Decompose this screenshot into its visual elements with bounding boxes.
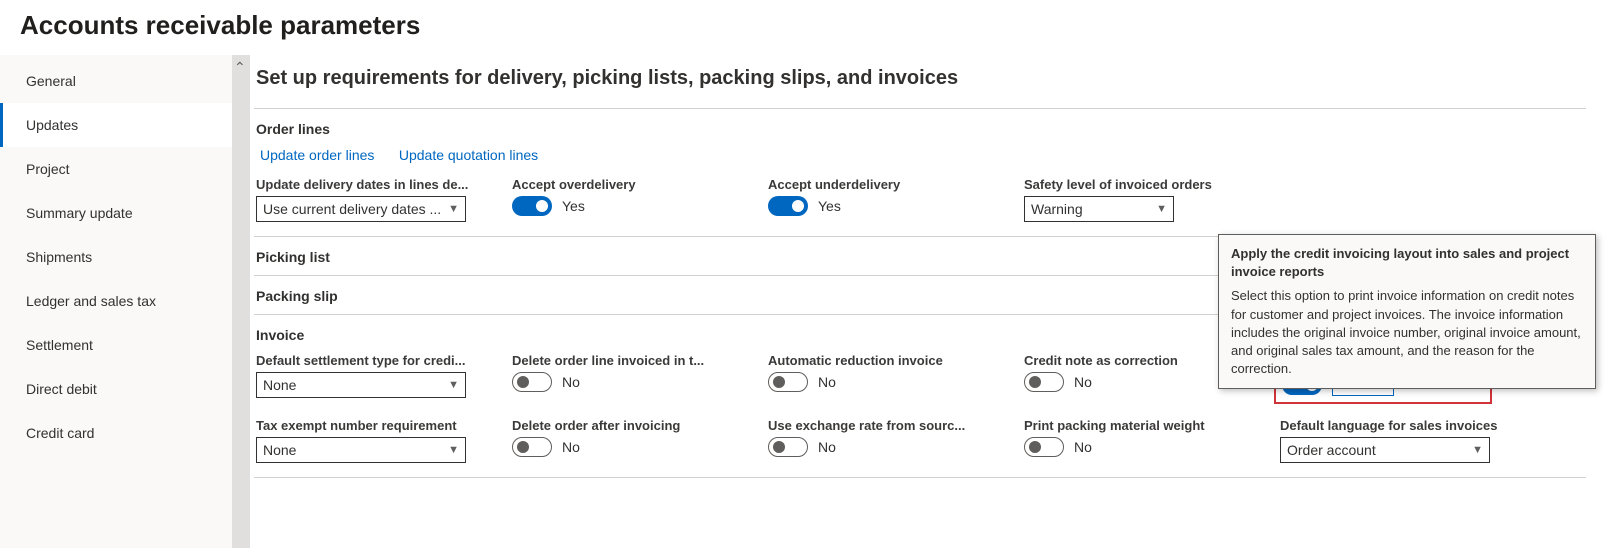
select-safety-level[interactable]: Warning ▼ [1024,196,1174,222]
label-delete-order-line-invoiced: Delete order line invoiced in t... [512,353,748,368]
select-default-settlement-type[interactable]: None ▼ [256,372,466,398]
sidebar: General Updates Project Summary update S… [0,55,232,548]
select-value: None [263,377,296,393]
chevron-down-icon: ▼ [1156,203,1167,215]
group-order-lines-heading: Order lines [254,109,1586,147]
label-tax-exempt-number-requirement: Tax exempt number requirement [256,418,492,433]
toggle-value: No [1074,374,1092,390]
label-safety-level: Safety level of invoiced orders [1024,177,1260,192]
sidebar-item-ledger-sales-tax[interactable]: Ledger and sales tax [0,279,232,323]
toggle-value: No [818,439,836,455]
label-default-settlement-type: Default settlement type for credi... [256,353,492,368]
toggle-accept-overdelivery[interactable] [512,196,552,216]
label-accept-underdelivery: Accept underdelivery [768,177,1004,192]
tooltip-title: Apply the credit invoicing layout into s… [1231,245,1583,281]
toggle-automatic-reduction-invoice[interactable] [768,372,808,392]
toggle-use-exchange-rate-from-source[interactable] [768,437,808,457]
select-value: Order account [1287,442,1376,458]
page-title: Accounts receivable parameters [0,0,1608,55]
collapse-caret-icon[interactable]: ⌃ [234,59,246,76]
sidebar-item-credit-card[interactable]: Credit card [0,411,232,455]
tooltip-apply-credit-invoicing-layout: Apply the credit invoicing layout into s… [1218,234,1596,389]
label-delete-order-after-invoicing: Delete order after invoicing [512,418,748,433]
sidebar-item-settlement[interactable]: Settlement [0,323,232,367]
label-automatic-reduction-invoice: Automatic reduction invoice [768,353,1004,368]
select-value: None [263,442,296,458]
toggle-value: Yes [562,198,585,214]
section-title: Set up requirements for delivery, pickin… [256,67,1586,90]
toggle-delete-order-line-invoiced[interactable] [512,372,552,392]
toggle-credit-note-as-correction[interactable] [1024,372,1064,392]
toggle-value: No [1074,439,1092,455]
label-update-delivery-dates: Update delivery dates in lines de... [256,177,492,192]
sidebar-item-project[interactable]: Project [0,147,232,191]
select-default-language-sales-invoices[interactable]: Order account ▼ [1280,437,1490,463]
sidebar-item-general[interactable]: General [0,59,232,103]
label-use-exchange-rate-from-source: Use exchange rate from sourc... [768,418,1004,433]
sidebar-item-summary-update[interactable]: Summary update [0,191,232,235]
toggle-value: No [818,374,836,390]
select-value: Use current delivery dates ... [263,201,441,217]
toggle-value: No [562,439,580,455]
splitter[interactable]: ⌃ [232,55,250,548]
toggle-value: No [562,374,580,390]
chevron-down-icon: ▼ [448,444,459,456]
chevron-down-icon: ▼ [448,379,459,391]
chevron-down-icon: ▼ [1472,444,1483,456]
tooltip-body: Select this option to print invoice info… [1231,287,1583,378]
sidebar-item-direct-debit[interactable]: Direct debit [0,367,232,411]
link-update-order-lines[interactable]: Update order lines [260,147,374,163]
chevron-down-icon: ▼ [448,203,459,215]
select-tax-exempt-number-requirement[interactable]: None ▼ [256,437,466,463]
sidebar-item-shipments[interactable]: Shipments [0,235,232,279]
sidebar-item-updates[interactable]: Updates [0,103,232,147]
toggle-accept-underdelivery[interactable] [768,196,808,216]
label-print-packing-material-weight: Print packing material weight [1024,418,1260,433]
toggle-value: Yes [818,198,841,214]
toggle-delete-order-after-invoicing[interactable] [512,437,552,457]
select-value: Warning [1031,201,1083,217]
toggle-print-packing-material-weight[interactable] [1024,437,1064,457]
label-default-language-sales-invoices: Default language for sales invoices [1280,418,1516,433]
select-update-delivery-dates[interactable]: Use current delivery dates ... ▼ [256,196,466,222]
link-update-quotation-lines[interactable]: Update quotation lines [399,147,538,163]
label-accept-overdelivery: Accept overdelivery [512,177,748,192]
